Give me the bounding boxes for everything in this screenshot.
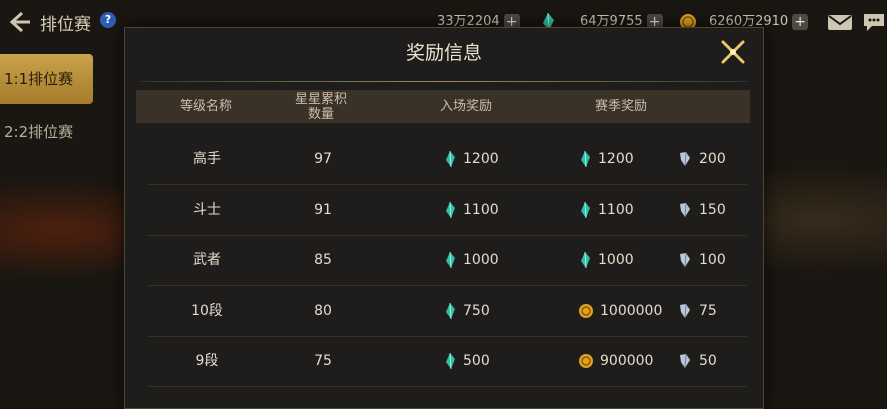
silver-crystal-icon	[680, 202, 690, 217]
season-reward-extra: 150	[677, 185, 747, 235]
entry-reward: 1200	[443, 134, 553, 184]
page-title: 排位赛	[40, 15, 91, 35]
star-count: 80	[314, 302, 332, 319]
star-count: 97	[314, 151, 332, 167]
season-reward-main-value: 1000	[598, 252, 634, 268]
col-season-reward: 赛季奖励	[594, 99, 647, 114]
jade-gem-icon	[446, 201, 455, 218]
table-row: 10段 80 750 1000000 75	[147, 286, 747, 337]
star-count: 91	[314, 201, 332, 218]
gold-coin-icon	[579, 354, 593, 368]
season-reward-main: 1200	[578, 134, 688, 184]
col-stars-line1: 星星累积	[294, 91, 347, 107]
season-reward-extra-value: 200	[699, 151, 726, 167]
star-count: 85	[314, 252, 332, 268]
rank-name: 10段	[191, 302, 223, 319]
jade-gem-icon	[446, 150, 455, 168]
modal-title: 奖励信息	[405, 42, 482, 64]
col-rank: 等级名称	[179, 99, 232, 114]
reward-info-modal: 奖励信息 等级名称 星星累积 数量 入场奖励 赛季奖励 高手 97 1200 1200…	[124, 27, 764, 409]
silver-crystal-icon	[680, 252, 690, 268]
add-coin-button[interactable]: +	[792, 13, 809, 30]
season-reward-extra-value: 100	[699, 252, 726, 268]
silver-crystal-icon	[680, 151, 690, 167]
entry-reward-value: 750	[463, 302, 490, 319]
season-reward-extra: 100	[677, 235, 747, 285]
season-reward-extra-value: 75	[699, 302, 717, 319]
rank-name: 高手	[193, 151, 221, 167]
rank-name: 斗士	[193, 201, 221, 218]
season-reward-main-value: 900000	[600, 353, 654, 369]
jade-gem-icon	[446, 302, 455, 319]
entry-reward: 500	[443, 336, 553, 386]
table-header: 等级名称 星星累积 数量 入场奖励 赛季奖励	[136, 90, 750, 123]
season-reward-main-value: 1000000	[600, 302, 663, 319]
gold-coin-icon	[579, 303, 593, 318]
season-reward-main-value: 1100	[598, 201, 634, 218]
entry-reward: 1000	[443, 235, 553, 285]
table-row: 高手 97 1200 1200 200	[147, 134, 747, 185]
season-reward-main: 900000	[578, 336, 688, 386]
season-reward-extra-value: 50	[699, 353, 717, 369]
season-reward-extra: 75	[677, 286, 747, 336]
mail-icon[interactable]	[827, 12, 853, 32]
season-reward-extra-value: 150	[699, 201, 726, 218]
silver-crystal-icon	[680, 353, 690, 369]
col-stars: 星星累积 数量	[271, 90, 371, 123]
table-row: 武者 85 1000 1000 100	[147, 235, 747, 286]
title-divider	[141, 81, 747, 82]
entry-reward-value: 1200	[463, 151, 499, 167]
season-reward-extra: 50	[677, 336, 747, 386]
close-icon[interactable]	[717, 36, 749, 68]
entry-reward-value: 1000	[463, 252, 499, 268]
back-arrow-icon[interactable]	[4, 8, 32, 36]
season-reward-main: 1000000	[578, 286, 688, 336]
table-row: 斗士 91 1100 1100 150	[147, 185, 747, 236]
season-reward-main-value: 1200	[598, 151, 634, 167]
jade-gem-icon	[581, 150, 590, 168]
season-reward-main: 1100	[578, 185, 688, 235]
silver-crystal-icon	[680, 303, 690, 318]
jade-gem-icon	[581, 201, 590, 218]
rank-name: 武者	[193, 252, 221, 268]
season-reward-extra: 200	[677, 134, 747, 184]
tab-1v1-ranked[interactable]: 1:1排位赛	[0, 54, 93, 104]
entry-reward: 1100	[443, 185, 553, 235]
rank-name: 9段	[195, 353, 219, 369]
entry-reward-value: 1100	[463, 201, 499, 218]
tab-2v2-ranked[interactable]: 2:2排位赛	[0, 107, 93, 157]
star-count: 75	[314, 353, 332, 369]
season-reward-main: 1000	[578, 235, 688, 285]
entry-reward-value: 500	[463, 353, 490, 369]
jade-gem-icon	[446, 251, 455, 269]
jade-gem-icon	[581, 251, 590, 269]
help-icon[interactable]: ?	[100, 12, 116, 28]
col-stars-line2: 数量	[307, 106, 334, 122]
entry-reward: 750	[443, 286, 553, 336]
chat-icon[interactable]	[862, 12, 886, 32]
col-entry-reward: 入场奖励	[439, 99, 492, 114]
table-row: 9段 75 500 900000 50	[147, 336, 747, 387]
jade-gem-icon	[446, 352, 455, 370]
